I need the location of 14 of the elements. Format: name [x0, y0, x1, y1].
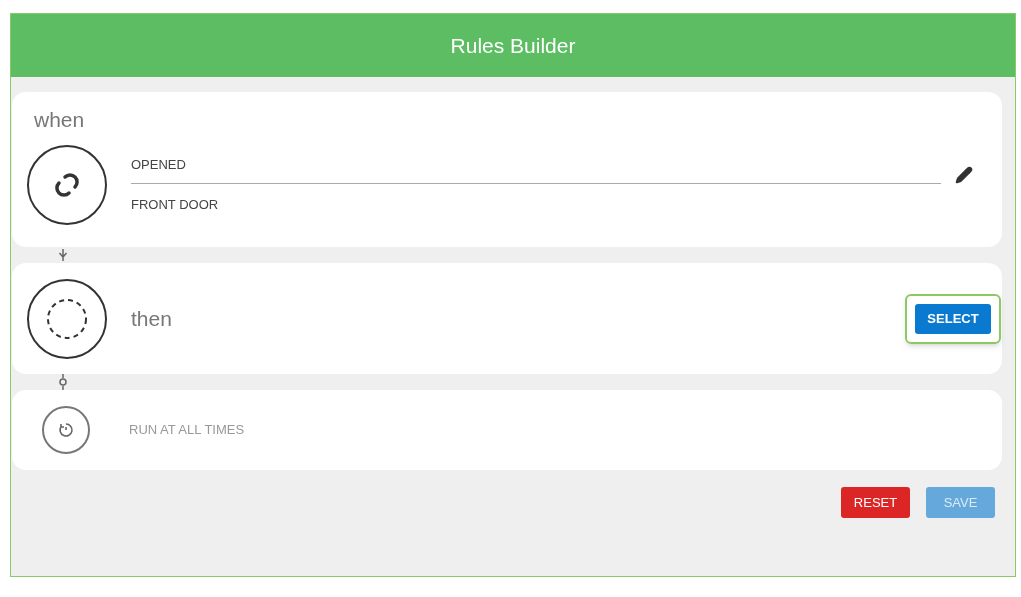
select-button[interactable]: SELECT: [915, 303, 991, 334]
dashed-circle-icon: [46, 297, 88, 340]
pencil-icon: [955, 165, 973, 184]
condition-label: RUN AT ALL TIMES: [129, 421, 245, 440]
reset-button[interactable]: RESET: [841, 487, 910, 518]
link-icon: [53, 170, 81, 199]
then-heading: then: [131, 305, 173, 332]
connector-node-icon: [58, 374, 68, 390]
timer-icon: [57, 421, 75, 439]
device-label: FRONT DOOR: [131, 195, 220, 214]
when-heading: when: [34, 107, 86, 133]
arrow-down-icon: [58, 247, 68, 263]
header-title: Rules Builder: [450, 32, 576, 59]
event-label: OPENED: [131, 155, 941, 184]
